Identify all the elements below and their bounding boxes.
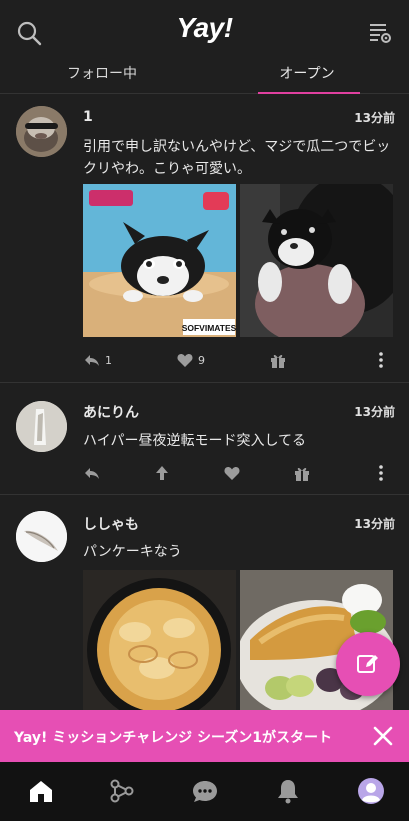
post-time: 13分前 [354,517,395,531]
avatar[interactable] [16,106,67,157]
reply-button[interactable]: 1 [83,348,112,372]
heart-icon [177,354,193,367]
like-button[interactable] [223,461,241,485]
post-text: ハイパー昼夜逆転モード突入してる [83,433,307,449]
home-icon[interactable] [26,776,56,806]
post-text: パンケーキなう [83,544,182,560]
tab-open[interactable]: オープン [205,58,409,94]
post-image-figure[interactable]: SOFVIMATES [83,184,236,337]
compose-post-button[interactable] [336,632,400,696]
edit-icon [357,655,378,673]
notifications-icon[interactable] [273,776,303,806]
post-item[interactable]: あにりん 13分前 ハイパー昼夜逆転モード突入してる [0,383,409,495]
filter-settings-icon[interactable] [366,19,394,47]
close-icon[interactable] [371,724,395,748]
chat-icon[interactable] [190,776,220,806]
post-actions: 1 9 [83,348,398,372]
feed-tabs: フォロー中 オープン [0,58,409,94]
figure-brand-text: SOFVIMATES [182,323,236,333]
more-vertical-icon [379,352,383,368]
repost-icon [156,466,168,480]
like-button[interactable]: 9 [176,348,205,372]
post-image-pancake-pan[interactable] [83,570,236,710]
avatar[interactable] [16,511,67,562]
bottom-navigation [0,762,409,821]
reply-count: 1 [105,353,112,367]
discover-icon[interactable] [107,776,137,806]
avatar[interactable] [16,401,67,452]
profile-avatar[interactable] [356,776,386,806]
username[interactable]: あにりん [83,402,139,422]
username[interactable]: ししゃも [83,514,139,534]
more-menu-button[interactable] [376,348,386,372]
username[interactable]: 1 [83,109,93,125]
app-logo: Yay! [176,12,233,43]
banner-text: Yay! ミッションチャレンジ シーズン1がスタート [14,730,333,746]
gift-icon [295,467,309,481]
gift-icon [271,354,285,368]
reply-icon [85,468,99,479]
post-time: 13分前 [354,405,395,419]
reply-icon [85,355,99,366]
mission-challenge-banner[interactable]: Yay! ミッションチャレンジ シーズン1がスタート [0,710,409,762]
more-menu-button[interactable] [376,461,386,485]
post-text: 引用で申し訳ないんやけど、マジで瓜二つでビックリやわ。こりゃ可愛い。 [83,139,391,177]
gift-button[interactable] [269,348,287,372]
post-actions [83,461,398,485]
post-image-dog[interactable] [240,184,393,337]
reply-button[interactable] [83,461,101,485]
more-vertical-icon [379,465,383,481]
like-count: 9 [198,353,205,367]
gift-button[interactable] [293,461,311,485]
post-time: 13分前 [354,111,395,125]
heart-icon [224,467,240,480]
tab-following[interactable]: フォロー中 [0,58,204,94]
post-item[interactable]: 1 13分前 引用で申し訳ないんやけど、マジで瓜二つでビックリやわ。こりゃ可愛い… [0,94,409,383]
top-bar: Yay! [0,0,409,62]
repost-button[interactable] [153,461,171,485]
